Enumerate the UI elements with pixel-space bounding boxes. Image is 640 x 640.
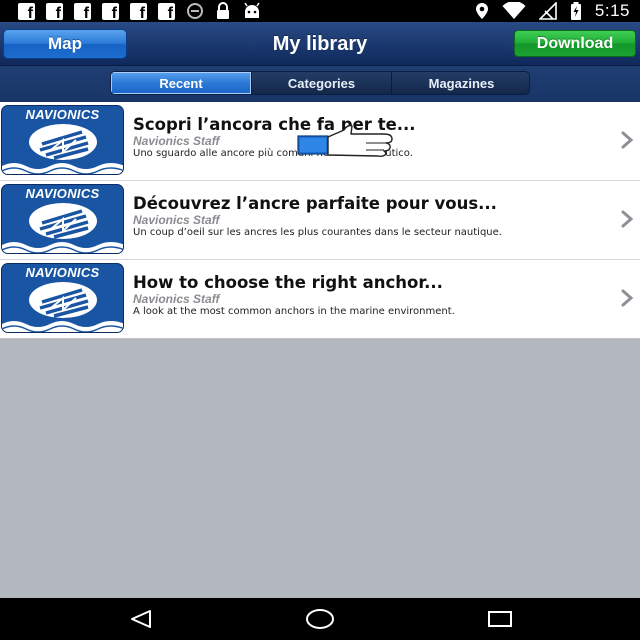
chevron-right-icon xyxy=(621,131,634,149)
item-title: Découvrez l’ancre parfaite pour vous... xyxy=(133,194,497,213)
thumbs-up-hand-icon xyxy=(297,124,393,158)
item-title: How to choose the right anchor... xyxy=(133,273,443,292)
navionics-logo-thumbnail: NAVIONICS xyxy=(1,184,124,254)
content-area: NAVIONICS Scopri l’ancora che fa per te.… xyxy=(0,102,640,598)
thumbnail-brand: NAVIONICS xyxy=(25,107,100,122)
clock: 5:15 xyxy=(594,1,630,20)
map-button[interactable]: Map xyxy=(3,29,127,59)
back-icon xyxy=(131,610,151,628)
facebook-icon xyxy=(18,2,35,23)
thumbnail-brand: NAVIONICS xyxy=(25,186,100,201)
recents-button[interactable] xyxy=(470,598,530,640)
facebook-icon xyxy=(158,2,175,23)
tab-categories[interactable]: Categories xyxy=(251,72,391,94)
page-title: My library xyxy=(272,32,368,55)
status-bar: 5:15 xyxy=(0,0,640,23)
system-navigation-bar xyxy=(0,598,640,640)
tab-magazines[interactable]: Magazines xyxy=(391,72,529,94)
navionics-logo-icon xyxy=(2,124,123,174)
item-description: A look at the most common anchors in the… xyxy=(133,306,455,317)
back-button[interactable] xyxy=(111,598,171,640)
navionics-logo-icon xyxy=(2,282,123,332)
wifi-icon xyxy=(502,2,526,20)
home-icon xyxy=(306,609,334,629)
recents-icon xyxy=(488,611,512,627)
battery-charging-icon xyxy=(570,2,582,20)
facebook-icon xyxy=(46,2,63,23)
list-item[interactable]: NAVIONICS How to choose the right anchor… xyxy=(0,260,640,339)
thumbnail-brand: NAVIONICS xyxy=(25,265,100,280)
home-button[interactable] xyxy=(290,598,350,640)
item-author: Navionics Staff xyxy=(133,213,220,227)
navionics-logo-icon xyxy=(2,203,123,253)
facebook-icon xyxy=(102,2,119,23)
notification-icons xyxy=(18,2,273,23)
tab-bar: Recent Categories Magazines xyxy=(0,66,640,102)
list-item[interactable]: NAVIONICS Découvrez l’ancre parfaite pou… xyxy=(0,181,640,260)
app-header: Map My library Download xyxy=(0,22,640,66)
facebook-icon xyxy=(74,2,91,23)
item-description: Un coup d’oeil sur les ancres les plus c… xyxy=(133,227,502,238)
tab-recent[interactable]: Recent xyxy=(111,72,251,94)
system-status-icons: 5:15 xyxy=(462,1,630,21)
sync-icon xyxy=(186,2,204,20)
segmented-control: Recent Categories Magazines xyxy=(110,71,530,95)
chevron-right-icon xyxy=(621,289,634,307)
download-button[interactable]: Download xyxy=(514,30,636,57)
android-icon xyxy=(242,2,262,20)
item-author: Navionics Staff xyxy=(133,292,220,306)
no-signal-icon xyxy=(538,2,557,20)
chevron-right-icon xyxy=(621,210,634,228)
location-icon xyxy=(475,2,489,20)
lock-icon xyxy=(215,2,231,20)
navionics-logo-thumbnail: NAVIONICS xyxy=(1,105,124,175)
item-author: Navionics Staff xyxy=(133,134,220,148)
navionics-logo-thumbnail: NAVIONICS xyxy=(1,263,124,333)
facebook-icon xyxy=(130,2,147,23)
